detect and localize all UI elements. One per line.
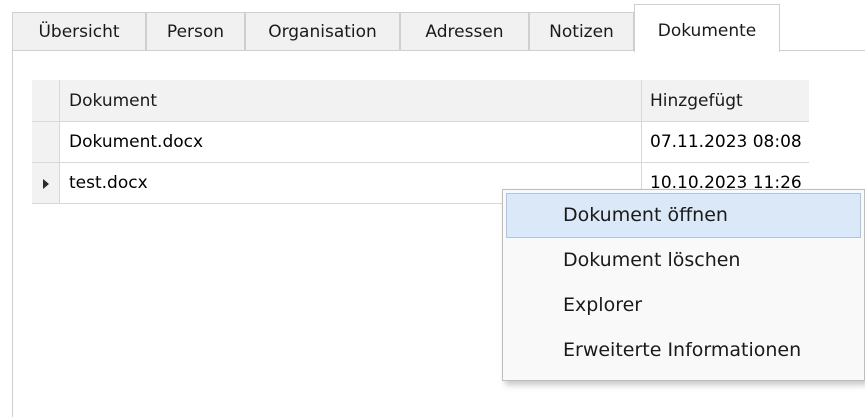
context-menu: Dokument öffnen Dokument löschen Explore… <box>502 189 865 381</box>
row-indicator <box>32 122 60 162</box>
document-window: Übersicht Person Organisation Adressen N… <box>0 0 865 417</box>
current-row-arrow-icon <box>43 179 49 189</box>
added-date-cell[interactable]: 07.11.2023 08:08 <box>642 122 809 162</box>
tab-strip: Übersicht Person Organisation Adressen N… <box>0 0 865 52</box>
document-name-cell[interactable]: Dokument.docx <box>60 122 642 162</box>
tab-uebersicht[interactable]: Übersicht <box>12 12 146 50</box>
tab-person[interactable]: Person <box>146 12 245 50</box>
tab-adressen[interactable]: Adressen <box>400 12 529 50</box>
header-indicator-cell <box>32 80 60 121</box>
column-header-added[interactable]: Hinzgefügt <box>642 80 809 121</box>
table-row[interactable]: Dokument.docx 07.11.2023 08:08 <box>32 122 809 163</box>
menu-item-delete-document[interactable]: Dokument löschen <box>506 238 861 283</box>
tab-organisation[interactable]: Organisation <box>245 12 400 50</box>
grid-header-row: Dokument Hinzgefügt <box>32 80 809 122</box>
row-indicator <box>32 163 60 203</box>
column-header-document[interactable]: Dokument <box>60 80 642 121</box>
menu-item-extended-info[interactable]: Erweiterte Informationen <box>506 328 861 373</box>
documents-grid: Dokument Hinzgefügt Dokument.docx 07.11.… <box>32 80 809 204</box>
menu-item-explorer[interactable]: Explorer <box>506 283 861 328</box>
tab-dokumente[interactable]: Dokumente <box>634 4 780 52</box>
menu-item-open-document[interactable]: Dokument öffnen <box>506 193 861 238</box>
tab-notizen[interactable]: Notizen <box>529 12 634 50</box>
